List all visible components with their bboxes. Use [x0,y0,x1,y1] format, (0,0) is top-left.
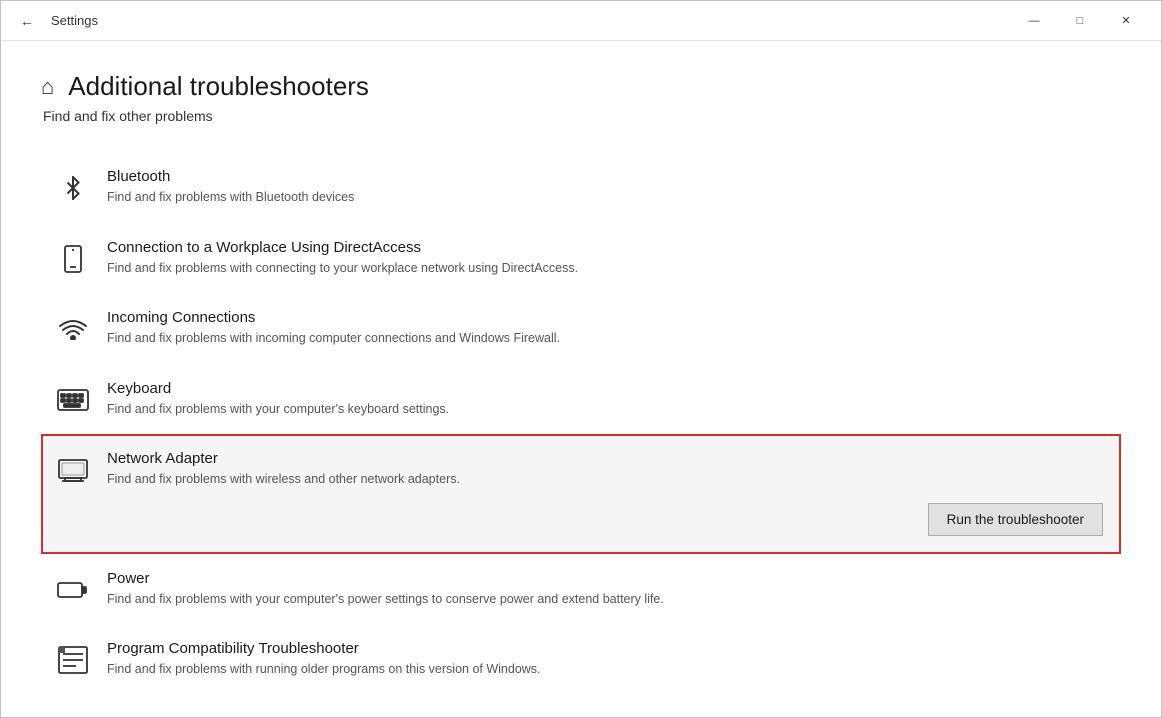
minimize-button[interactable]: — [1011,5,1057,37]
troubleshooter-item-incoming[interactable]: Incoming Connections Find and fix proble… [41,293,1121,364]
incoming-desc: Find and fix problems with incoming comp… [107,330,1107,348]
keyboard-text: Keyboard Find and fix problems with your… [107,380,1107,419]
home-icon: ⌂ [41,74,54,100]
troubleshooter-item-power[interactable]: Power Find and fix problems with your co… [41,554,1121,625]
bluetooth-icon [55,170,91,206]
network-desc: Find and fix problems with wireless and … [107,471,1107,489]
power-icon [55,572,91,608]
troubleshooter-item-compatibility[interactable]: Program Compatibility Troubleshooter Fin… [41,624,1121,695]
item-header-keyboard: Keyboard Find and fix problems with your… [55,380,1107,419]
troubleshooter-item-keyboard[interactable]: Keyboard Find and fix problems with your… [41,364,1121,435]
item-header-incoming: Incoming Connections Find and fix proble… [55,309,1107,348]
network-text: Network Adapter Find and fix problems wi… [107,450,1107,489]
power-title: Power [107,570,1107,587]
main-area: ⌂ Additional troubleshooters Find and fi… [1,41,1161,717]
run-troubleshooter-button[interactable]: Run the troubleshooter [928,503,1103,536]
directaccess-icon [55,241,91,277]
keyboard-desc: Find and fix problems with your computer… [107,401,1107,419]
troubleshooter-item-bluetooth[interactable]: Bluetooth Find and fix problems with Blu… [41,152,1121,223]
compatibility-desc: Find and fix problems with running older… [107,661,1107,679]
directaccess-text: Connection to a Workplace Using DirectAc… [107,239,1107,278]
incoming-text: Incoming Connections Find and fix proble… [107,309,1107,348]
directaccess-title: Connection to a Workplace Using DirectAc… [107,239,1107,256]
bluetooth-text: Bluetooth Find and fix problems with Blu… [107,168,1107,207]
network-adapter-icon [55,452,91,488]
incoming-title: Incoming Connections [107,309,1107,326]
page-header: ⌂ Additional troubleshooters [41,71,1121,102]
incoming-icon [55,311,91,347]
keyboard-title: Keyboard [107,380,1107,397]
network-title: Network Adapter [107,450,1107,467]
maximize-button[interactable]: □ [1057,5,1103,37]
titlebar-title: Settings [51,13,98,28]
content-area: ⌂ Additional troubleshooters Find and fi… [1,41,1161,717]
compatibility-icon [55,642,91,678]
close-button[interactable]: ✕ [1103,5,1149,37]
compatibility-text: Program Compatibility Troubleshooter Fin… [107,640,1107,679]
directaccess-desc: Find and fix problems with connecting to… [107,260,1107,278]
power-desc: Find and fix problems with your computer… [107,591,1107,609]
keyboard-icon [55,382,91,418]
settings-window: ← Settings — □ ✕ ⌂ Additional troublesho… [0,0,1162,718]
power-text: Power Find and fix problems with your co… [107,570,1107,609]
page-title: Additional troubleshooters [68,71,369,102]
bluetooth-title: Bluetooth [107,168,1107,185]
run-btn-row: Run the troubleshooter [55,503,1107,536]
titlebar: ← Settings — □ ✕ [1,1,1161,41]
item-header-bluetooth: Bluetooth Find and fix problems with Blu… [55,168,1107,207]
item-header-compatibility: Program Compatibility Troubleshooter Fin… [55,640,1107,679]
troubleshooter-list: Bluetooth Find and fix problems with Blu… [41,152,1121,695]
compatibility-title: Program Compatibility Troubleshooter [107,640,1107,657]
troubleshooter-item-network[interactable]: Network Adapter Find and fix problems wi… [41,434,1121,554]
bluetooth-desc: Find and fix problems with Bluetooth dev… [107,189,1107,207]
item-header-power: Power Find and fix problems with your co… [55,570,1107,609]
titlebar-left: ← Settings [13,7,1011,35]
item-header-directaccess: Connection to a Workplace Using DirectAc… [55,239,1107,278]
troubleshooter-item-directaccess[interactable]: Connection to a Workplace Using DirectAc… [41,223,1121,294]
back-button[interactable]: ← [13,7,41,35]
titlebar-controls: — □ ✕ [1011,5,1149,37]
item-header-network: Network Adapter Find and fix problems wi… [55,450,1107,489]
page-subtitle: Find and fix other problems [41,108,1121,124]
